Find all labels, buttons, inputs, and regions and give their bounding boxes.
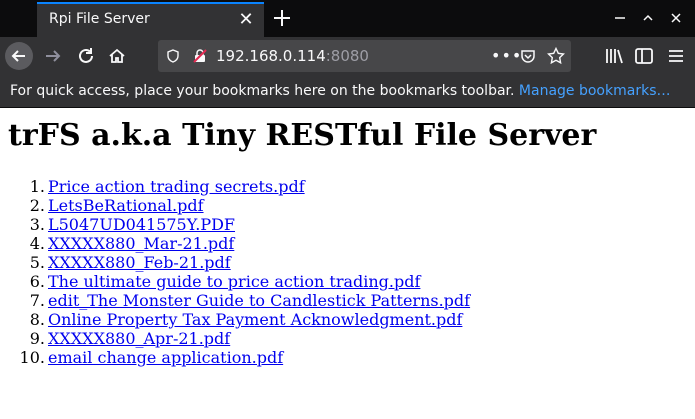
home-icon[interactable] bbox=[106, 45, 128, 67]
file-link[interactable]: The ultimate guide to price action tradi… bbox=[48, 272, 420, 291]
item-number: 8. bbox=[29, 310, 45, 329]
file-link[interactable]: XXXXX880_Feb-21.pdf bbox=[48, 253, 231, 272]
url-port: :8080 bbox=[325, 47, 369, 65]
item-number: 1. bbox=[29, 177, 45, 196]
tab-title: Rpi File Server bbox=[49, 11, 150, 27]
file-link[interactable]: edit_The Monster Guide to Candlestick Pa… bbox=[48, 291, 470, 310]
item-number: 9. bbox=[29, 329, 45, 348]
file-link[interactable]: email change application.pdf bbox=[48, 348, 283, 367]
library-icon[interactable] bbox=[603, 45, 625, 67]
new-tab-icon[interactable] bbox=[270, 6, 294, 30]
navigation-toolbar: 192.168.0.114:8080 ••• bbox=[0, 37, 695, 75]
item-number: 7. bbox=[29, 291, 45, 310]
item-number: 10. bbox=[19, 348, 45, 367]
url-host: 192.168.0.114 bbox=[216, 47, 326, 65]
sidebar-icon[interactable] bbox=[633, 45, 655, 67]
forward-icon[interactable] bbox=[42, 45, 64, 67]
tab-strip: Rpi File Server ✕ bbox=[0, 0, 695, 37]
maximize-icon[interactable] bbox=[640, 10, 656, 26]
item-number: 2. bbox=[29, 196, 45, 215]
page-heading: trFS a.k.a Tiny RESTful File Server bbox=[8, 118, 597, 153]
bookmark-star-icon[interactable] bbox=[547, 47, 565, 65]
file-link[interactable]: XXXXX880_Mar-21.pdf bbox=[48, 234, 234, 253]
item-number: 4. bbox=[29, 234, 45, 253]
insecure-lock-icon[interactable] bbox=[192, 48, 208, 64]
minimize-icon[interactable] bbox=[612, 10, 628, 26]
shield-icon[interactable] bbox=[166, 49, 180, 63]
bookmarks-toolbar: For quick access, place your bookmarks h… bbox=[0, 75, 695, 108]
back-arrow-icon bbox=[11, 50, 25, 62]
item-number: 6. bbox=[29, 272, 45, 291]
bookmarks-hint: For quick access, place your bookmarks h… bbox=[10, 83, 670, 99]
item-number: 3. bbox=[29, 215, 45, 234]
close-tab-icon[interactable]: ✕ bbox=[236, 10, 256, 30]
back-button[interactable] bbox=[5, 42, 33, 70]
tab-rpi-file-server[interactable]: Rpi File Server ✕ bbox=[37, 2, 264, 37]
bookmarks-prompt: For quick access, place your bookmarks h… bbox=[10, 83, 515, 99]
file-link[interactable]: LetsBeRational.pdf bbox=[48, 196, 204, 215]
page-actions-icon[interactable]: ••• bbox=[491, 46, 522, 65]
file-link[interactable]: L5047UD041575Y.PDF bbox=[48, 215, 235, 234]
url-text: 192.168.0.114:8080 bbox=[216, 47, 369, 65]
address-bar[interactable]: 192.168.0.114:8080 ••• bbox=[158, 40, 571, 72]
item-number: 5. bbox=[29, 253, 45, 272]
reload-icon[interactable] bbox=[75, 45, 97, 67]
file-link[interactable]: Price action trading secrets.pdf bbox=[48, 177, 305, 196]
close-window-icon[interactable] bbox=[668, 10, 684, 26]
menu-icon[interactable] bbox=[665, 45, 687, 67]
manage-bookmarks-link[interactable]: Manage bookmarks… bbox=[519, 83, 671, 99]
pocket-icon[interactable] bbox=[520, 48, 536, 64]
file-link[interactable]: Online Property Tax Payment Acknowledgme… bbox=[48, 310, 462, 329]
page-content: trFS a.k.a Tiny RESTful File Server 1. Pr… bbox=[0, 109, 695, 419]
file-link[interactable]: XXXXX880_Apr-21.pdf bbox=[48, 329, 230, 348]
